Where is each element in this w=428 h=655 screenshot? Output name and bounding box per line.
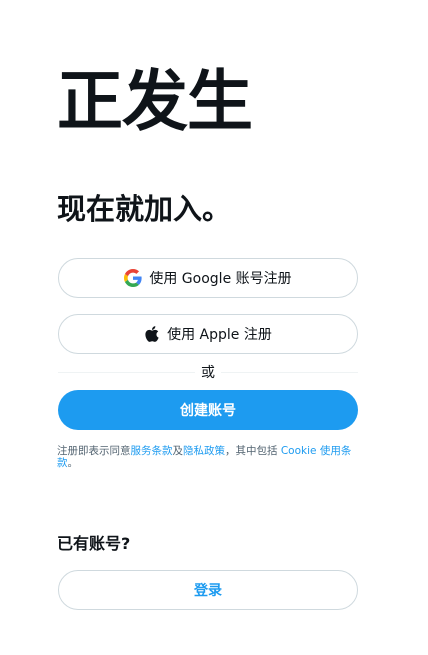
create-account-label: 创建账号: [180, 403, 236, 419]
google-icon: [124, 269, 142, 287]
google-signup-button[interactable]: 使用 Google 账号注册: [58, 258, 358, 298]
terms-notice: 注册即表示同意服务条款及隐私政策，其中包括 Cookie 使用条款。: [57, 445, 359, 469]
login-button[interactable]: 登录: [58, 570, 358, 610]
divider-line-right: [221, 371, 358, 373]
google-signup-label: 使用 Google 账号注册: [149, 271, 292, 287]
apple-icon: [144, 325, 160, 343]
apple-signup-button[interactable]: 使用 Apple 注册: [58, 314, 358, 354]
terms-middle: ，其中包括: [225, 445, 281, 457]
has-account-heading: 已有账号?: [57, 534, 131, 553]
or-text: 或: [201, 365, 215, 381]
terms-prefix: 注册即表示同意: [57, 445, 131, 457]
terms-and: 及: [172, 445, 184, 457]
privacy-policy-link[interactable]: 隐私政策: [183, 445, 225, 457]
create-account-button[interactable]: 创建账号: [58, 390, 358, 430]
terms-of-service-link[interactable]: 服务条款: [131, 445, 173, 457]
terms-suffix: 。: [67, 457, 79, 469]
apple-signup-label: 使用 Apple 注册: [167, 327, 272, 343]
signup-page: 正发生 现在就加入。 使用 Google 账号注册 使用 Apple 注册 或 …: [0, 0, 428, 655]
login-label: 登录: [194, 583, 222, 599]
brand-title: 正发生: [57, 63, 253, 140]
divider-line-left: [58, 371, 195, 373]
or-divider: 或: [58, 362, 358, 382]
join-heading: 现在就加入。: [57, 192, 232, 226]
